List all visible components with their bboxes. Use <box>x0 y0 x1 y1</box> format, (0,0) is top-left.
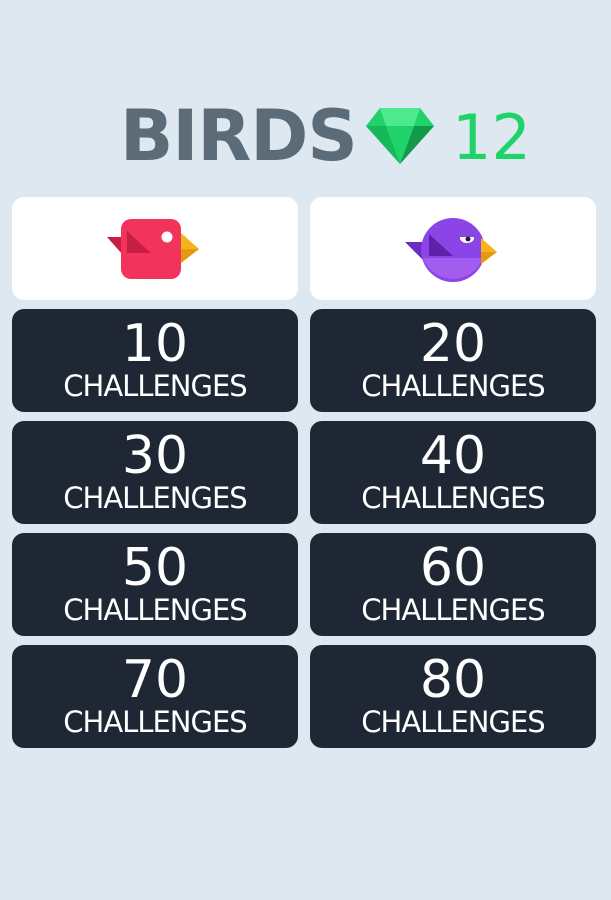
challenge-label: CHALLENGES <box>361 593 545 627</box>
green-gem-icon <box>366 108 434 164</box>
bird-card-red[interactable] <box>12 197 298 300</box>
challenge-card-20[interactable]: 20 CHALLENGES <box>310 309 596 412</box>
challenge-card-80[interactable]: 80 CHALLENGES <box>310 645 596 748</box>
challenge-number: 70 <box>121 650 189 710</box>
gem-count: 12 <box>452 101 531 174</box>
challenge-number: 50 <box>121 538 189 598</box>
challenge-card-50[interactable]: 50 CHALLENGES <box>12 533 298 636</box>
challenge-label: CHALLENGES <box>63 705 247 739</box>
challenge-card-30[interactable]: 30 CHALLENGES <box>12 421 298 524</box>
challenge-label: CHALLENGES <box>361 705 545 739</box>
page-title: BIRDS <box>120 95 358 177</box>
challenge-number: 10 <box>121 314 189 374</box>
challenge-number: 80 <box>419 650 487 710</box>
challenge-label: CHALLENGES <box>361 481 545 515</box>
header: BIRDS 12 <box>0 96 611 176</box>
red-bird-icon <box>107 218 199 279</box>
bird-card-purple[interactable] <box>310 197 596 300</box>
challenge-card-40[interactable]: 40 CHALLENGES <box>310 421 596 524</box>
purple-bird-icon <box>405 217 497 282</box>
challenge-number: 40 <box>419 426 487 486</box>
challenge-number: 60 <box>419 538 487 598</box>
challenge-card-10[interactable]: 10 CHALLENGES <box>12 309 298 412</box>
challenge-card-60[interactable]: 60 CHALLENGES <box>310 533 596 636</box>
challenge-number: 20 <box>419 314 487 374</box>
challenge-label: CHALLENGES <box>361 369 545 403</box>
challenge-card-70[interactable]: 70 CHALLENGES <box>12 645 298 748</box>
challenge-label: CHALLENGES <box>63 593 247 627</box>
challenge-label: CHALLENGES <box>63 369 247 403</box>
challenge-label: CHALLENGES <box>63 481 247 515</box>
challenge-number: 30 <box>121 426 189 486</box>
